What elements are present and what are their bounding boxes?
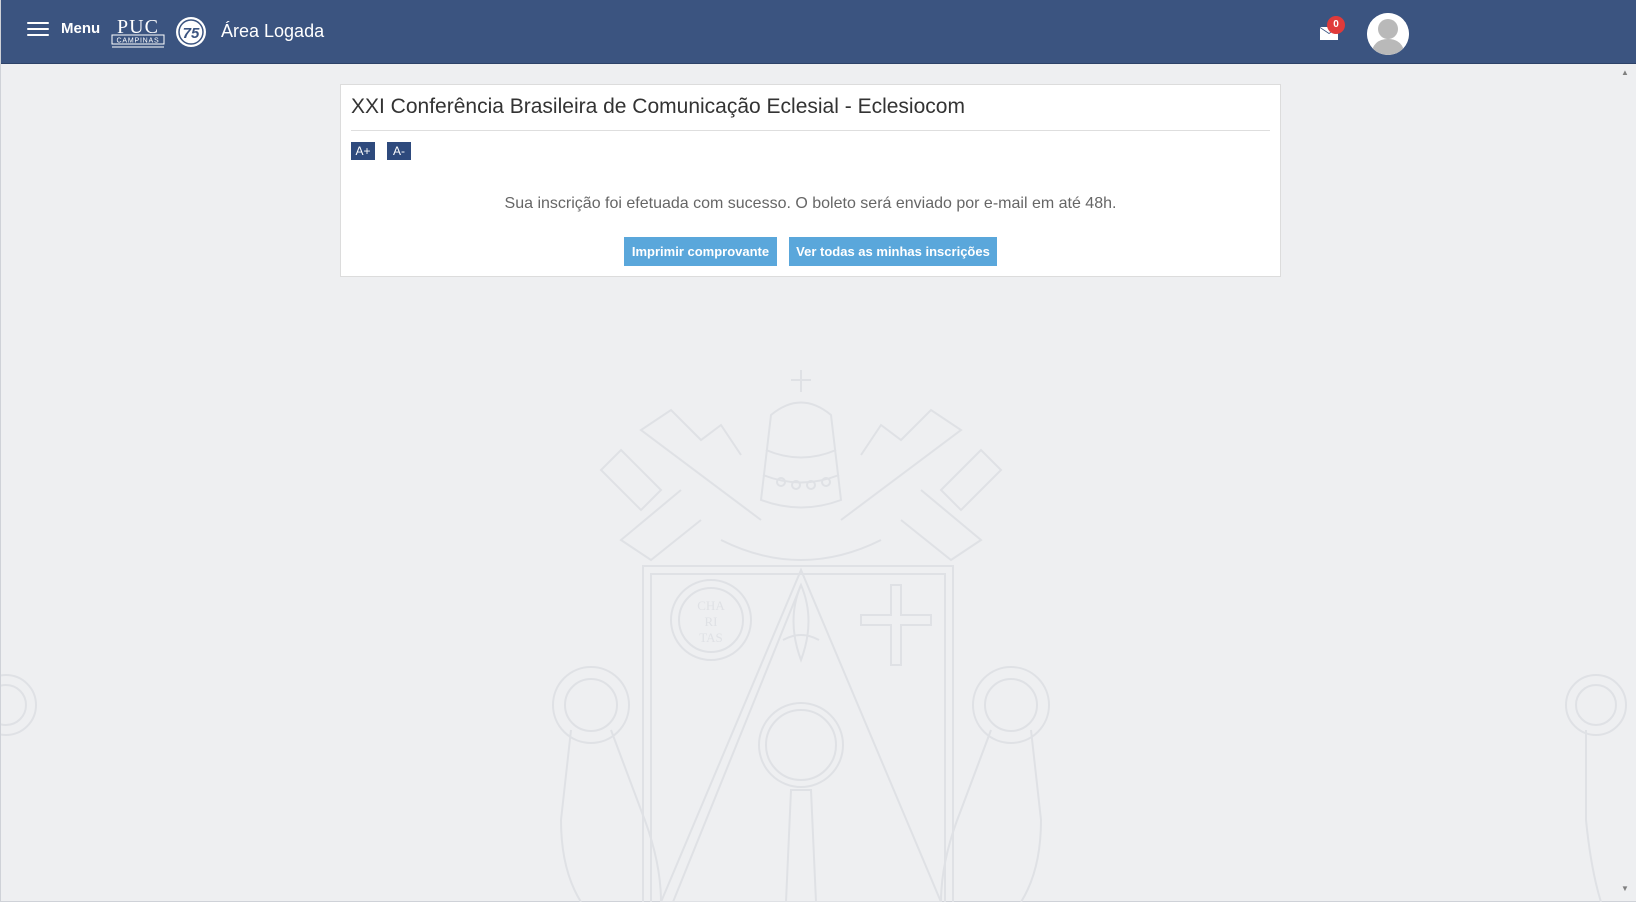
view-all-registrations-button[interactable]: Ver todas as minhas inscrições [789, 237, 997, 266]
decrease-font-button[interactable]: A- [387, 142, 411, 160]
scroll-up-arrow[interactable]: ▲ [1619, 68, 1631, 78]
crest-text-1: CHA [697, 598, 725, 613]
menu-label: Menu [61, 20, 101, 37]
menu-button[interactable]: Menu [27, 20, 100, 37]
scroll-down-arrow[interactable]: ▼ [1619, 884, 1631, 894]
title-divider [351, 130, 1270, 131]
puc-campinas-logo[interactable]: PUC CAMPINAS [111, 15, 165, 49]
increase-font-button[interactable]: A+ [351, 142, 375, 160]
registration-card: XXI Conferência Brasileira de Comunicaçã… [340, 84, 1281, 277]
area-title: Área Logada [221, 21, 325, 41]
75-badge-text: 75 [183, 25, 200, 42]
user-silhouette-icon [1367, 13, 1409, 55]
crest-text-2: RI [705, 614, 718, 629]
75-years-badge: 75 [176, 17, 206, 47]
success-message: Sua inscrição foi efetuada com sucesso. … [504, 195, 1117, 212]
user-avatar[interactable] [1367, 13, 1409, 55]
page: CHA RI TAS Menu PUC CAMPINAS 75 Área Log… [0, 0, 1636, 902]
event-title: XXI Conferência Brasileira de Comunicaçã… [351, 95, 965, 118]
crest-text-3: TAS [699, 630, 723, 645]
hamburger-icon [27, 21, 49, 37]
top-navbar: Menu PUC CAMPINAS 75 Área Logada 0 [1, 0, 1636, 64]
notification-badge: 0 [1327, 16, 1345, 34]
logo-subtext: CAMPINAS [117, 38, 160, 45]
crest-watermark: CHA RI TAS [1, 370, 1627, 902]
print-receipt-button[interactable]: Imprimir comprovante [624, 237, 777, 266]
